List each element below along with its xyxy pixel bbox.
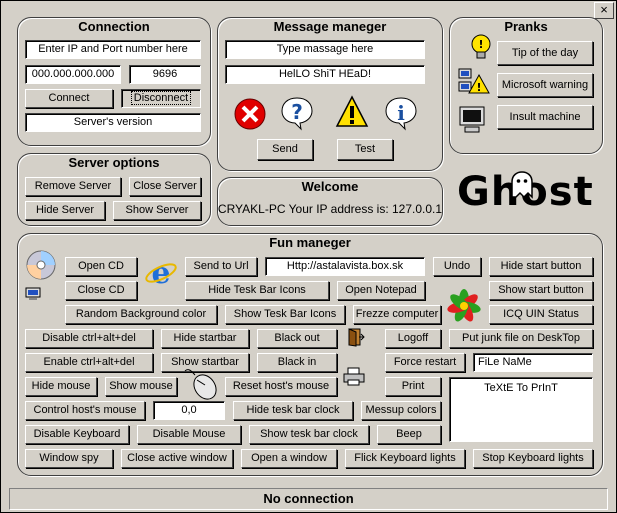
lightbulb-icon: ! [471,34,491,59]
message-input[interactable]: HelLO ShiT HEaD! [225,65,425,84]
svg-text:i: i [397,101,405,125]
hide-clock-button[interactable]: Hide tesk bar clock [233,401,353,420]
warning-icon[interactable] [335,95,369,129]
connection-status-bar: No connection [9,488,608,510]
tip-of-the-day-button[interactable]: Tip of the day [497,41,593,65]
open-cd-button[interactable]: Open CD [65,257,137,276]
disconnect-button[interactable]: Disconnect [121,89,201,108]
hide-taskbar-icons-button[interactable]: Hide Tesk Bar Icons [185,281,329,300]
open-window-button[interactable]: Open a window [241,449,337,468]
test-button[interactable]: Test [337,139,393,160]
close-window-button[interactable]: × [594,2,614,19]
black-in-button[interactable]: Black in [257,353,337,372]
internet-explorer-icon: e [145,256,177,289]
svg-text:!: ! [476,81,481,94]
disconnect-label: Disconnect [130,91,192,105]
microsoft-warning-button[interactable]: Microsoft warning [497,73,593,97]
type-message-hint-field[interactable]: Type massage here [225,40,425,59]
undo-button[interactable]: Undo [433,257,481,276]
show-start-button-button[interactable]: Show start button [489,281,593,300]
ip-port-hint-field[interactable]: Enter IP and Port number here [25,40,201,59]
messup-colors-button[interactable]: Messup colors [361,401,441,420]
remove-server-button[interactable]: Remove Server [25,177,121,196]
hide-server-button[interactable]: Hide Server [25,201,105,220]
welcome-text: CRYAKL-PC Your IP address is: 127.0.0.1 [217,202,443,216]
close-active-window-button[interactable]: Close active window [121,449,233,468]
disable-keyboard-button[interactable]: Disable Keyboard [25,425,129,444]
flick-keyboard-lights-button[interactable]: Flick Keyboard lights [345,449,465,468]
svg-text:?: ? [291,100,303,124]
close-server-button[interactable]: Close Server [129,177,201,196]
show-clock-button[interactable]: Show tesk bar clock [249,425,369,444]
force-restart-button[interactable]: Force restart [385,353,465,372]
mouse-coords-field[interactable]: 0,0 [153,401,225,420]
logoff-door-icon [348,328,365,347]
printer-icon [343,367,365,386]
show-server-button[interactable]: Show Server [113,201,201,220]
svg-text:e: e [151,256,170,289]
file-name-input[interactable]: FiLe NaMe [473,353,593,372]
control-mouse-button[interactable]: Control host's mouse [25,401,145,420]
hide-mouse-button[interactable]: Hide mouse [25,377,97,396]
freeze-computer-button[interactable]: Frezze computer [353,305,441,324]
small-computer-icon [25,287,41,300]
stop-keyboard-lights-button[interactable]: Stop Keyboard lights [473,449,593,468]
computer-icon [459,106,485,133]
ip-address-input[interactable]: 000.000.000.000 [25,65,121,84]
pranks-title: Pranks [504,19,548,34]
message-title: Message maneger [273,19,387,34]
question-icon[interactable]: ? [279,95,315,131]
server-version-field: Server's version [25,113,201,132]
black-out-button[interactable]: Black out [257,329,337,348]
mouse-icon [184,369,217,400]
disable-mouse-button[interactable]: Disable Mouse [137,425,241,444]
port-input[interactable]: 9696 [129,65,201,84]
network-warning-icon: ! [458,68,490,94]
connection-title: Connection [78,19,150,34]
close-cd-button[interactable]: Close CD [65,281,137,300]
url-input[interactable]: Http://astalavista.box.sk [265,257,425,276]
icq-flower-icon [447,289,481,322]
show-taskbar-icons-button[interactable]: Show Tesk Bar Icons [225,305,345,324]
send-to-url-button[interactable]: Send to Url [185,257,257,276]
print-text-input[interactable]: TeXtE To PrInT [449,377,593,442]
main-window: × Connection Enter IP and Port number he… [0,0,617,513]
cd-icon [26,250,56,280]
info-icon[interactable]: i [383,95,419,131]
error-icon[interactable] [233,97,267,131]
fun-manager-title: Fun maneger [269,235,351,250]
beep-button[interactable]: Beep [377,425,441,444]
reset-mouse-button[interactable]: Reset host's mouse [225,377,337,396]
show-mouse-button[interactable]: Show mouse [105,377,177,396]
junk-file-button[interactable]: Put junk file on DeskTop [449,329,593,348]
open-notepad-button[interactable]: Open Notepad [337,281,425,300]
svg-text:!: ! [478,38,483,51]
logoff-button[interactable]: Logoff [385,329,441,348]
print-button[interactable]: Print [385,377,441,396]
connect-button[interactable]: Connect [25,89,113,108]
window-spy-button[interactable]: Window spy [25,449,113,468]
hide-start-button-button[interactable]: Hide start button [489,257,593,276]
hide-startbar-button[interactable]: Hide startbar [161,329,249,348]
enable-ctrl-alt-del-button[interactable]: Enable ctrl+alt+del [25,353,153,372]
random-background-button[interactable]: Random Background color [65,305,217,324]
icq-status-button[interactable]: ICQ UIN Status [489,305,593,324]
server-options-title: Server options [68,155,160,170]
insult-machine-button[interactable]: Insult machine [497,105,593,129]
ghost-icon [511,171,533,199]
send-button[interactable]: Send [257,139,313,160]
welcome-title: Welcome [301,179,359,194]
disable-ctrl-alt-del-button[interactable]: Disable ctrl+alt+del [25,329,153,348]
